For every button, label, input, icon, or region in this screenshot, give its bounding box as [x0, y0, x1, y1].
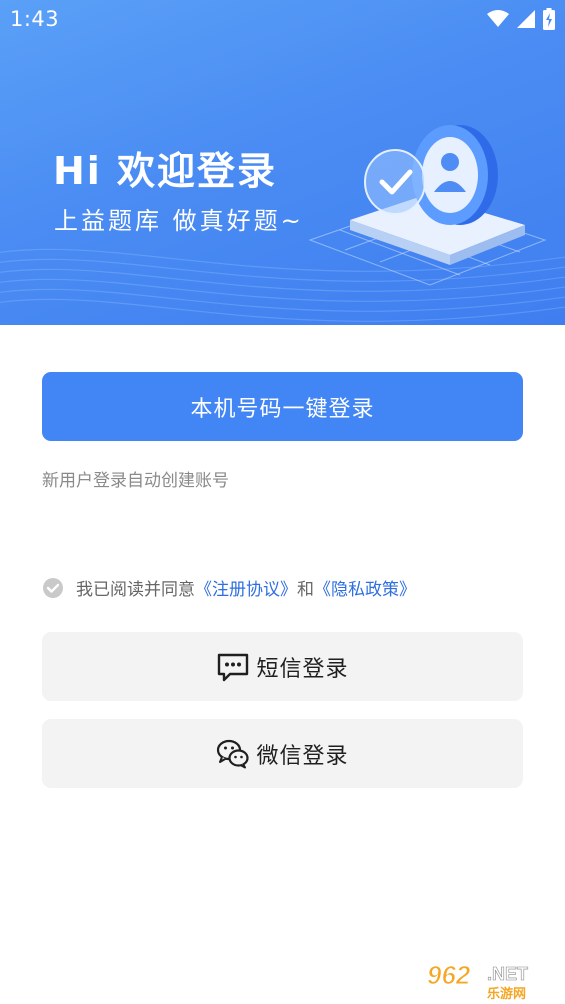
hero-subtitle: 上益题库 做真好题~: [54, 207, 304, 235]
svg-text:乐游网: 乐游网: [487, 986, 526, 1002]
battery-charging-icon: [543, 8, 555, 30]
agreement-prefix: 我已阅读并同意: [76, 580, 195, 600]
agreement-row: 我已阅读并同意 《注册协议》 和 《隐私政策》: [42, 575, 416, 600]
svg-text:.NET: .NET: [487, 964, 528, 984]
hero-banner: 1:43 Hi 欢迎登录 上益题库 做真好题~: [0, 0, 565, 325]
status-time: 1:43: [10, 7, 60, 31]
wechat-login-button[interactable]: 微信登录: [42, 719, 523, 788]
terms-link[interactable]: 《注册协议》: [195, 575, 297, 600]
privacy-link[interactable]: 《隐私政策》: [314, 575, 416, 600]
sms-login-button[interactable]: 短信登录: [42, 632, 523, 701]
status-bar: 1:43: [0, 0, 565, 38]
hero-title: Hi 欢迎登录: [53, 149, 278, 193]
one-click-login-label: 本机号码一键登录: [190, 396, 375, 422]
agreement-and: 和: [297, 580, 314, 600]
new-user-hint: 新用户登录自动创建账号: [42, 471, 229, 491]
sms-icon: [218, 653, 249, 681]
svg-text:962: 962: [427, 960, 471, 990]
wechat-login-label: 微信登录: [256, 743, 349, 769]
agreement-checkbox[interactable]: [42, 577, 64, 599]
wifi-icon: [487, 10, 509, 27]
wechat-icon: [217, 739, 250, 768]
sms-login-label: 短信登录: [256, 656, 349, 682]
user-verified-illustration: [308, 125, 547, 286]
one-click-login-button[interactable]: 本机号码一键登录: [42, 372, 523, 441]
signal-icon: [517, 10, 535, 28]
watermark-logo: 962 .NET 乐游网: [427, 960, 529, 1003]
